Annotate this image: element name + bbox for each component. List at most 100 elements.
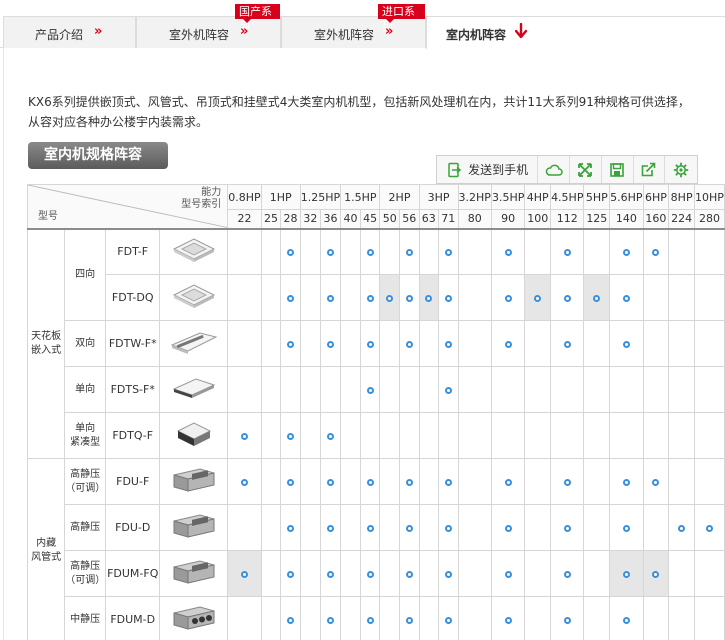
availability-cell [319,458,342,505]
type-label: 型号 [38,210,58,222]
availability-cell [583,320,611,367]
cassette-4way-unit-image [170,238,218,268]
availability-cell [340,504,361,551]
available-dot-icon [504,524,512,532]
available-dot-icon [405,248,413,256]
tab-indoor[interactable]: 室内机阵容 [426,16,725,49]
hp-header: 1HP [260,184,301,210]
availability-cell [359,228,381,275]
availability-cell [668,320,695,367]
intro-line: KX6系列提供嵌顶式、风管式、吊顶式和挂壁式4大类室内机机型，包括新风处理机在内… [28,95,690,109]
cloud-button[interactable] [538,156,570,183]
tab-outdoor-domestic[interactable]: 国产系列 室外机阵容 » [136,4,281,48]
subtype-cell: 四向 [64,228,107,321]
availability-cell [438,228,459,275]
available-dot-icon [327,294,335,302]
availability-cell [359,412,381,459]
tab-product-intro[interactable]: 产品介绍 » [3,16,136,48]
available-dot-icon [444,386,452,394]
model-index-header: 160 [642,209,670,230]
available-dot-icon [504,248,512,256]
settings-button[interactable] [665,156,697,183]
model-index-header: 90 [490,209,526,230]
hp-header: 3.2HP [457,184,492,210]
tab-outdoor-import[interactable]: 进口系列 室外机阵容 » [281,4,426,48]
availability-cell [642,596,670,640]
subtype-label: （可调） [65,482,106,494]
available-dot-icon [444,248,452,256]
available-dot-icon [563,478,571,486]
availability-cell [227,274,262,321]
availability-cell [642,504,670,551]
cassette-4way-unit-image [170,284,218,314]
content-border [3,48,4,640]
available-dot-icon [563,616,571,624]
availability-cell [260,228,282,275]
availability-cell [693,458,725,505]
availability-cell [693,274,725,321]
availability-cell [359,366,381,413]
availability-cell [693,596,725,640]
availability-cell [693,366,725,413]
available-dot-icon [444,294,452,302]
availability-cell [668,228,695,275]
availability-cell [457,366,492,413]
availability-cell [490,412,526,459]
available-dot-icon [622,248,630,256]
unit-image-cell [159,596,229,640]
availability-cell [642,366,670,413]
availability-cell [457,320,492,367]
save-icon [610,162,624,177]
availability-cell [260,550,282,597]
model-name: FDTS-F* [105,366,161,413]
save-button[interactable] [602,156,634,183]
share-button[interactable] [634,156,666,183]
availability-cell [668,504,695,551]
availability-cell [319,320,342,367]
availability-cell [457,228,492,275]
availability-cell [583,412,611,459]
available-dot-icon [405,294,413,302]
hp-header: 1.5HP [340,184,381,210]
available-dot-icon [405,478,413,486]
model-index-header: 100 [524,209,552,230]
availability-cell [280,504,301,551]
model-index-header: 224 [668,209,695,230]
available-dot-icon [405,616,413,624]
available-dot-icon [366,616,374,624]
availability-cell [299,458,321,505]
model-index-header: 280 [693,209,725,230]
send-to-phone-button[interactable]: 发送到手机 [437,156,539,183]
available-dot-icon [622,570,630,578]
availability-cell [260,274,282,321]
availability-cell [227,504,262,551]
table-corner-header: 能力 型号索引 型号 [26,184,229,230]
table-row: 双向 FDTW-F* [28,320,725,367]
expand-button[interactable] [570,156,602,183]
availability-cell [550,320,585,367]
expand-icon [578,162,593,177]
availability-cell [299,550,321,597]
category-label: 风管式 [31,551,62,563]
subtype-label: 双向 [75,337,96,349]
model-index-header: 22 [227,209,262,230]
model-index-header: 32 [299,209,321,230]
availability-cell [642,274,670,321]
availability-cell [340,550,361,597]
hp-header: 6HP [642,184,670,210]
availability-cell [340,320,361,367]
model-name: FDU-F [105,458,161,505]
availability-cell [227,412,262,459]
category-label: 嵌入式 [31,344,62,356]
available-dot-icon [678,524,686,532]
availability-cell [583,596,611,640]
availability-cell [399,366,420,413]
available-dot-icon [563,248,571,256]
available-dot-icon [286,616,294,624]
hp-header: 3HP [418,184,459,210]
availability-cell [399,504,420,551]
availability-cell [642,412,670,459]
availability-cell [609,228,644,275]
tab-badge: 国产系列 [235,4,280,33]
available-dot-icon [652,570,660,578]
